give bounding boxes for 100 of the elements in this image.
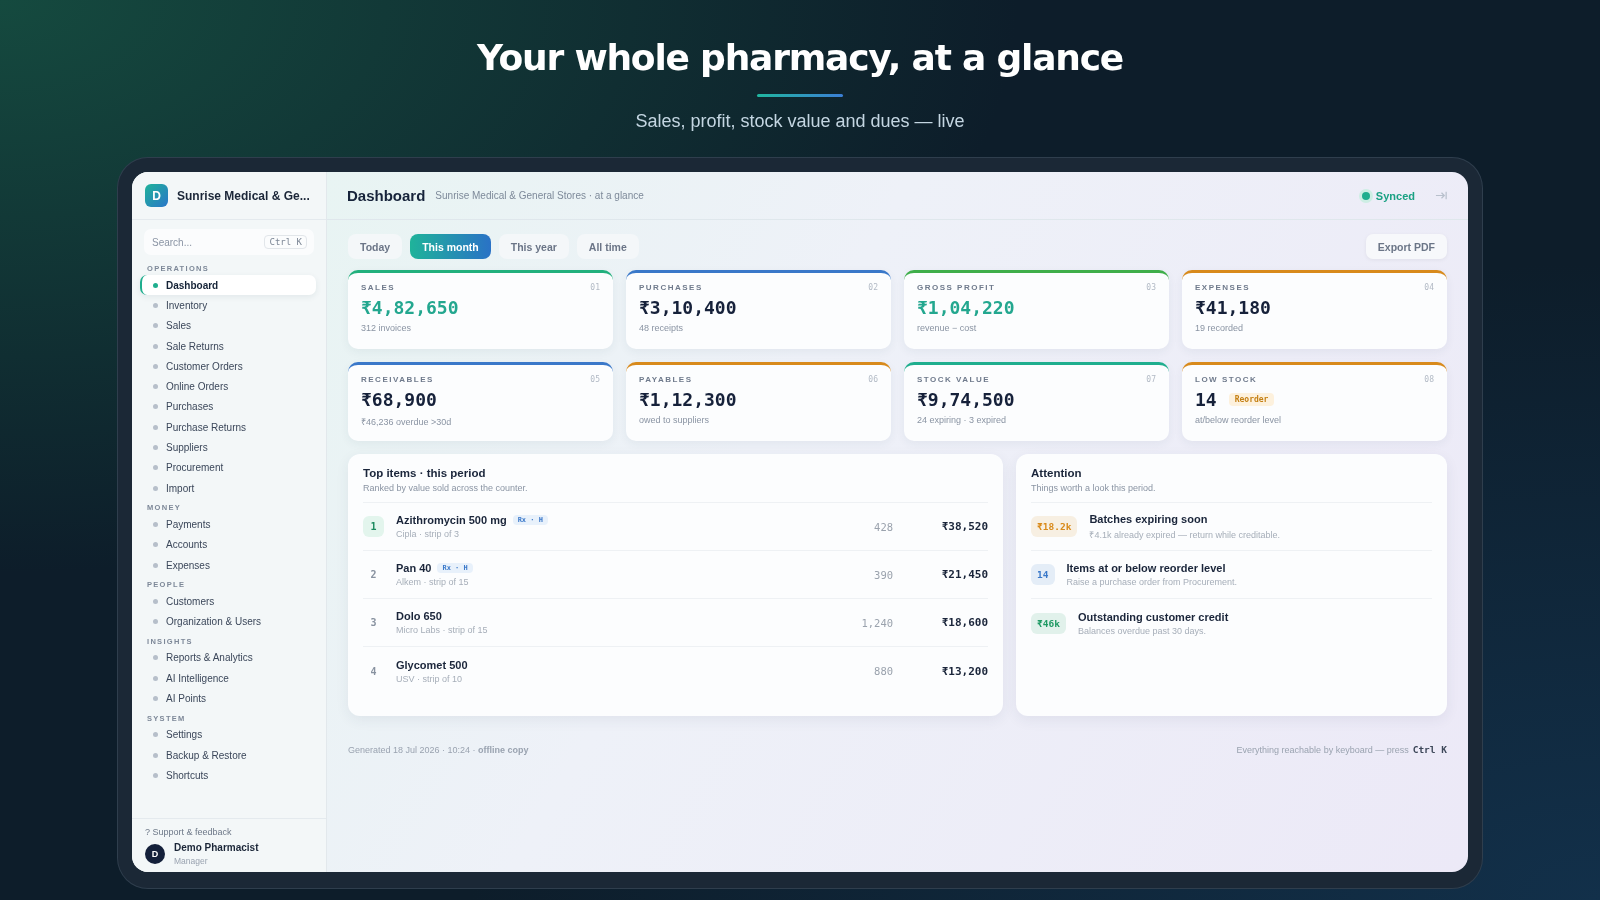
item-quantity: 880 — [873, 665, 894, 677]
nav-item[interactable]: Sale Returns — [140, 335, 316, 357]
card-label: STOCK VALUE — [917, 375, 991, 384]
nav-item[interactable]: Customer Orders — [140, 356, 316, 377]
card-value: ₹41,180 — [1195, 297, 1271, 318]
nav-item[interactable]: Import — [140, 477, 316, 499]
item-detail: Micro Labs · strip of 15 — [396, 625, 488, 635]
rank-number: 2 — [369, 568, 378, 582]
card-number: 07 — [1146, 375, 1156, 384]
support-link[interactable]: ? Support & feedback — [145, 827, 313, 837]
item-amount: ₹38,520 — [940, 520, 989, 533]
nav-item[interactable]: Organization & Users — [140, 611, 316, 632]
item-name: Azithromycin 500 mg — [396, 514, 507, 526]
item-amount: ₹18,600 — [940, 616, 989, 629]
item-amount: ₹21,450 — [940, 568, 989, 581]
card-number: 03 — [1146, 283, 1156, 292]
card-note: owed to suppliers — [639, 415, 711, 425]
nav-item[interactable]: Procurement — [140, 457, 316, 478]
card-note: 48 receipts — [639, 323, 685, 333]
nav-item[interactable]: Accounts — [140, 534, 316, 555]
export-button[interactable]: Export PDF — [1365, 234, 1447, 259]
nav-item[interactable]: Sales — [140, 315, 316, 336]
page-title: Dashboard — [347, 187, 426, 204]
page-subtitle: Sunrise Medical & General Stores · at a glance — [435, 190, 644, 201]
card-value: ₹1,04,220 — [917, 297, 1015, 318]
card-note: 312 invoices — [361, 323, 413, 333]
nav-item[interactable]: Purchases — [140, 396, 316, 418]
period-tab[interactable]: Today — [348, 234, 403, 259]
nav-item[interactable]: Inventory — [140, 295, 316, 316]
brand-logo: D — [145, 184, 168, 207]
card-number: 04 — [1424, 283, 1434, 292]
rank-number: 3 — [369, 616, 378, 630]
item-quantity: 1,240 — [860, 616, 894, 629]
nav-item[interactable]: Payments — [140, 514, 316, 535]
nav-item[interactable]: Reports & Analytics — [140, 647, 316, 669]
alert-title: Batches expiring soon — [1089, 512, 1209, 525]
period-tab[interactable]: All time — [576, 234, 639, 259]
period-tab[interactable]: This month — [410, 234, 491, 259]
card-value: ₹9,74,500 — [917, 389, 1015, 410]
nav-item[interactable]: AI Intelligence — [140, 668, 316, 689]
panel-title: Attention — [1031, 467, 1083, 479]
user-avatar: D — [145, 844, 165, 864]
item-detail: Alkem · strip of 15 — [396, 577, 470, 587]
tagline: Sales, profit, stock value and dues — live — [635, 111, 965, 132]
alert-title: Outstanding customer credit — [1077, 610, 1229, 623]
nav-item[interactable]: AI Points — [140, 688, 316, 709]
card-note: at/below reorder level — [1195, 415, 1283, 425]
nav-item[interactable]: Suppliers — [140, 437, 316, 458]
nav-item[interactable]: Online Orders — [140, 376, 316, 397]
nav-item[interactable]: Dashboard — [140, 275, 316, 296]
card-value: ₹4,82,650 — [361, 297, 459, 318]
nav-item[interactable]: Settings — [140, 724, 316, 745]
user-role: Manager — [174, 856, 209, 866]
nav-item[interactable]: Shortcuts — [140, 765, 316, 786]
card-label: SALES — [361, 283, 396, 292]
card-value: ₹1,12,300 — [639, 389, 737, 410]
card-value: 14 — [1195, 389, 1217, 410]
item-detail: USV · strip of 10 — [396, 673, 464, 684]
item-amount: ₹13,200 — [940, 664, 989, 678]
panel-title: Top items · this period — [363, 467, 487, 479]
card-note: ₹46,236 overdue >30d — [361, 416, 453, 428]
period-tab[interactable]: This year — [498, 234, 569, 259]
card-note: 19 recorded — [1195, 323, 1245, 333]
card-label: PAYABLES — [639, 375, 693, 384]
item-name: Dolo 650 — [396, 610, 442, 622]
nav-item[interactable]: Customers — [140, 591, 316, 612]
card-number: 05 — [590, 375, 600, 384]
alert-detail: Balances overdue past 30 days. — [1077, 625, 1208, 636]
card-number: 06 — [868, 375, 878, 384]
item-name: Pan 40 — [396, 562, 432, 574]
rank-number: 4 — [369, 664, 378, 679]
item-quantity: 428 — [873, 520, 894, 533]
nav-item[interactable]: Backup & Restore — [140, 744, 316, 766]
user-name: Demo Pharmacist — [174, 842, 259, 853]
nav-item[interactable]: Expenses — [140, 554, 316, 576]
sync-status: Synced — [1361, 189, 1415, 202]
card-label: RECEIVABLES — [361, 375, 434, 384]
card-label: PURCHASES — [639, 283, 703, 292]
alert-badge: ₹46k — [1031, 612, 1066, 634]
panel-subtitle: Things worth a look this period. — [1031, 483, 1432, 503]
nav-item[interactable]: Purchase Returns — [140, 417, 316, 438]
card-value: ₹68,900 — [361, 389, 437, 410]
collapse-icon[interactable] — [1435, 189, 1448, 202]
item-quantity: 390 — [873, 568, 894, 581]
keyboard-hint: Everything reachable by keyboard — press — [1236, 744, 1409, 755]
card-value: ₹3,10,400 — [639, 297, 737, 318]
alert-badge: ₹18.2k — [1031, 516, 1078, 537]
item-detail: Cipla · strip of 3 — [396, 529, 461, 539]
item-name: Glycomet 500 — [396, 658, 468, 671]
card-label: LOW STOCK — [1195, 375, 1258, 384]
card-label: EXPENSES — [1195, 283, 1251, 292]
rank-number: 1 — [363, 516, 384, 537]
reorder-badge: Reorder — [1228, 393, 1275, 406]
card-label: GROSS PROFIT — [917, 283, 996, 292]
card-number: 01 — [590, 283, 600, 292]
alert-badge: 14 — [1031, 564, 1055, 585]
alert-detail: Raise a purchase order from Procurement. — [1066, 577, 1238, 587]
headline: Your whole pharmacy, at a glance — [476, 37, 1123, 78]
alert-title: Items at or below reorder level — [1066, 562, 1227, 574]
card-number: 08 — [1424, 375, 1434, 384]
